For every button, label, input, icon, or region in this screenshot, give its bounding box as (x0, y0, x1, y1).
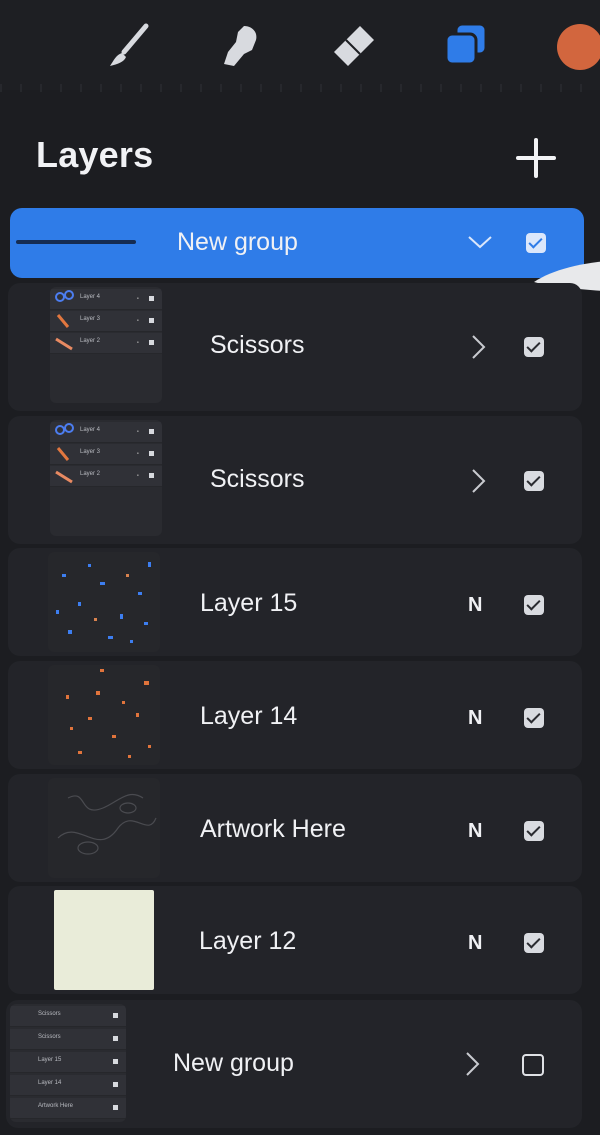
visibility-checkbox[interactable] (524, 933, 544, 953)
layer-name: New group (173, 1049, 294, 1077)
layer-thumbnail: Scissors Scissors Layer 15 Layer 14 Artw… (10, 1004, 126, 1122)
layer-name: Artwork Here (200, 815, 346, 843)
scissors-icon (55, 290, 74, 302)
layer-name: New group (177, 228, 298, 256)
chevron-down-icon[interactable] (466, 232, 494, 252)
thumbnail-row: Layer 2 • (50, 333, 162, 354)
visibility-checkbox[interactable] (524, 708, 544, 728)
visibility-checkbox[interactable] (522, 1054, 544, 1076)
layer-row-group[interactable]: Layer 4 • Layer 3 • Layer 2 • Scissors (8, 283, 582, 411)
layer-name: Layer 14 (200, 702, 298, 730)
brush-icon[interactable] (100, 18, 156, 74)
eraser-icon[interactable] (324, 18, 380, 74)
thumbnail-row: Layer 4 • (50, 289, 162, 310)
stroke-icon (56, 314, 70, 328)
layer-name: Layer 12 (199, 927, 297, 955)
thumbnail-row: Scissors (10, 1006, 126, 1027)
thumbnail-row: Layer 15 (10, 1052, 126, 1073)
visibility-checkbox[interactable] (526, 233, 546, 253)
layer-row[interactable]: Layer 14 N (8, 661, 582, 769)
thumbnail-row: Layer 4 • (50, 422, 162, 443)
top-toolbar (0, 0, 600, 92)
scissors-icon (55, 423, 74, 435)
thumbnail-row: Layer 3 • (50, 311, 162, 332)
blend-mode[interactable]: N (468, 932, 482, 955)
layer-thumbnail: Layer 4 • Layer 3 • Layer 2 • (50, 287, 162, 403)
color-swatch[interactable] (557, 24, 600, 70)
group-indicator (16, 240, 136, 244)
layer-row[interactable]: Layer 15 N (8, 548, 582, 656)
layer-name: Scissors (210, 465, 305, 493)
add-layer-button[interactable] (512, 134, 560, 182)
layer-thumbnail (48, 552, 160, 652)
blend-mode[interactable]: N (468, 707, 482, 730)
layer-thumbnail (54, 890, 154, 990)
chevron-right-icon[interactable] (468, 333, 490, 361)
thumbnail-row: Artwork Here (10, 1098, 126, 1119)
layer-thumbnail: Layer 4 • Layer 3 • Layer 2 • (50, 420, 162, 536)
ruler-strip (0, 84, 600, 92)
thumbnail-row: Layer 14 (10, 1075, 126, 1096)
speckle-pattern (66, 669, 151, 758)
chevron-right-icon[interactable] (468, 467, 490, 495)
stroke-icon (55, 470, 73, 484)
visibility-checkbox[interactable] (524, 337, 544, 357)
visibility-checkbox[interactable] (524, 595, 544, 615)
sketch-pattern (57, 793, 157, 855)
smudge-icon[interactable] (212, 18, 268, 74)
speckle-pattern (56, 562, 151, 643)
panel-title: Layers (36, 134, 154, 175)
layers-icon[interactable] (438, 18, 494, 74)
thumbnail-row: Layer 2 • (50, 466, 162, 487)
layer-row-group-selected[interactable]: New group (10, 208, 584, 278)
layer-row[interactable]: Layer 12 N (8, 886, 582, 994)
visibility-checkbox[interactable] (524, 821, 544, 841)
visibility-checkbox[interactable] (524, 471, 544, 491)
layer-row-group[interactable]: Layer 4 • Layer 3 • Layer 2 • Scissors (8, 416, 582, 544)
thumbnail-row: Scissors (10, 1029, 126, 1050)
blend-mode[interactable]: N (468, 820, 482, 843)
thumbnail-row: Layer 3 • (50, 444, 162, 465)
layer-row-group[interactable]: Scissors Scissors Layer 15 Layer 14 Artw… (6, 1000, 582, 1128)
layer-thumbnail (48, 778, 160, 878)
layer-thumbnail (48, 665, 160, 765)
chevron-right-icon[interactable] (462, 1050, 484, 1078)
stroke-icon (56, 447, 70, 461)
layer-name: Scissors (210, 331, 305, 359)
blend-mode[interactable]: N (468, 594, 482, 617)
stroke-icon (55, 337, 73, 351)
layer-row[interactable]: Artwork Here N (8, 774, 582, 882)
layer-name: Layer 15 (200, 589, 298, 617)
